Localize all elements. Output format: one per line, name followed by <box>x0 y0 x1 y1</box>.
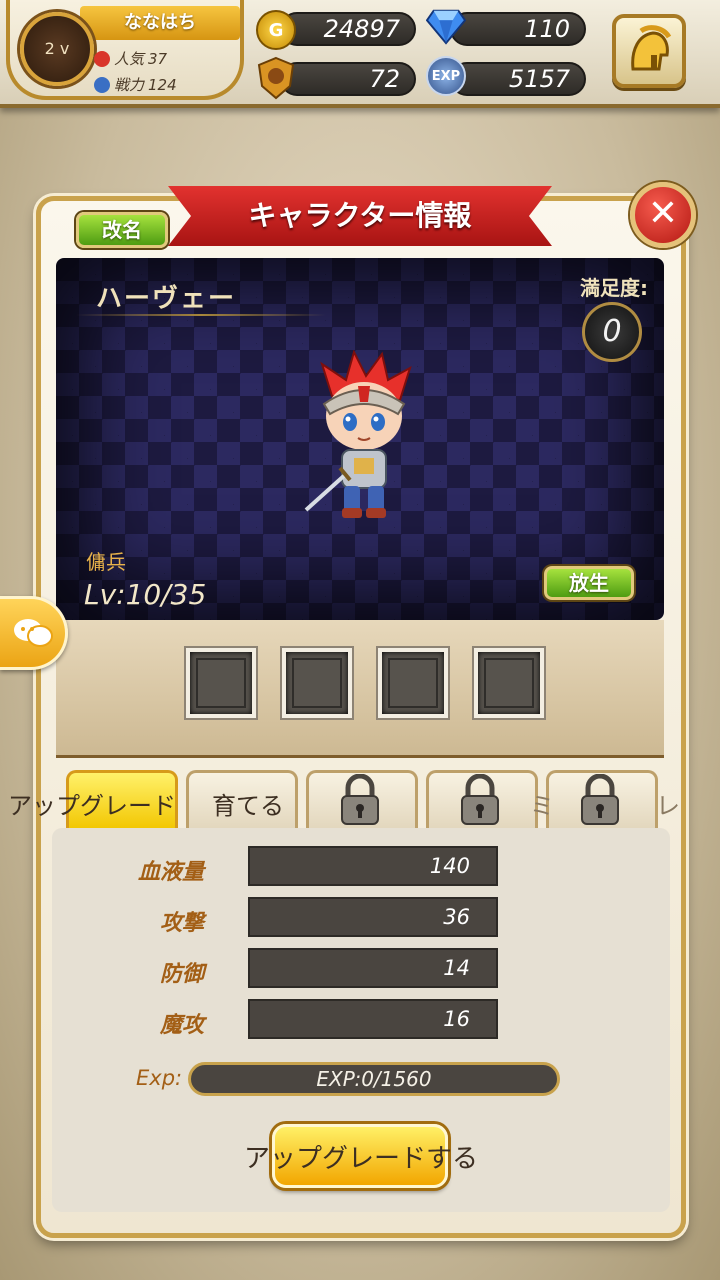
satisfaction-value: 0 <box>582 302 642 362</box>
helmet-icon <box>631 25 672 71</box>
knight-character-sprite <box>304 350 412 518</box>
popularity-line: 人気 37 <box>94 48 167 69</box>
exp-counter: 5157 <box>450 62 586 96</box>
lock-icon <box>461 774 499 825</box>
equipment-slot-1[interactable] <box>186 648 256 718</box>
stat-defense-label: 防御 <box>159 962 204 987</box>
tab-upgrade-label: アップグレード <box>8 792 176 820</box>
diamond-icon <box>426 6 466 46</box>
tab-raise-label: 育てる <box>212 792 284 820</box>
stat-attack-value: 36 <box>248 897 498 937</box>
stat-hp-value: 140 <box>248 846 498 886</box>
exp-icon: EXP <box>426 56 466 96</box>
equipment-slot-3[interactable] <box>378 648 448 718</box>
rename-button[interactable]: 改名 <box>76 212 168 248</box>
power-label: 戦力 <box>114 76 145 94</box>
name-divider <box>76 314 326 316</box>
panel-title: キャラクター情報 <box>168 186 552 246</box>
gem-counter: 110 <box>450 12 586 46</box>
helmet-menu-button[interactable] <box>612 14 686 88</box>
character-level: Lv:10/35 <box>84 578 207 611</box>
stat-magic-label: 魔攻 <box>159 1013 204 1038</box>
fire-icon <box>94 50 110 67</box>
lock-icon <box>341 774 379 825</box>
exp-label: Exp: <box>136 1066 183 1090</box>
tab-overflow-mid: ミ <box>530 792 554 820</box>
power-value: 124 <box>148 75 177 94</box>
upgrade-button-label: アップグレードする <box>244 1144 479 1174</box>
release-button[interactable]: 放生 <box>544 566 634 600</box>
stat-attack-label: 攻撃 <box>159 911 204 936</box>
chat-icon <box>13 619 53 647</box>
character-name: ハーヴェー <box>96 284 237 314</box>
equipment-slot-4[interactable] <box>474 648 544 718</box>
shield-medal-icon <box>256 56 296 100</box>
exp-progress-bar: EXP:0/1560 <box>188 1062 560 1096</box>
power-line: 戦力 124 <box>94 74 177 95</box>
power-icon <box>94 76 110 93</box>
medal-counter: 72 <box>280 62 416 96</box>
tab-overflow-right: レ <box>656 792 680 820</box>
popularity-value: 37 <box>148 49 168 68</box>
satisfaction-label: 満足度: <box>580 276 648 300</box>
gold-coin-icon: G <box>256 10 296 50</box>
gold-counter: 24897 <box>280 12 416 46</box>
close-button[interactable]: ✕ <box>630 182 696 248</box>
stat-hp-label: 血液量 <box>137 860 204 885</box>
player-profile[interactable]: ななはち 2 v 人気 37 戦力 124 <box>6 0 244 100</box>
player-level-badge: 2 v <box>20 12 94 86</box>
stat-magic-value: 16 <box>248 999 498 1039</box>
player-name: ななはち <box>80 6 240 40</box>
equipment-slot-2[interactable] <box>282 648 352 718</box>
equipment-strip <box>56 620 664 758</box>
character-class: 傭兵 <box>86 550 126 574</box>
popularity-label: 人気 <box>114 50 145 68</box>
top-status-bar: ななはち 2 v 人気 37 戦力 124 24897 G 110 72 515… <box>0 0 720 108</box>
lock-icon <box>581 774 619 825</box>
stat-defense-value: 14 <box>248 948 498 988</box>
